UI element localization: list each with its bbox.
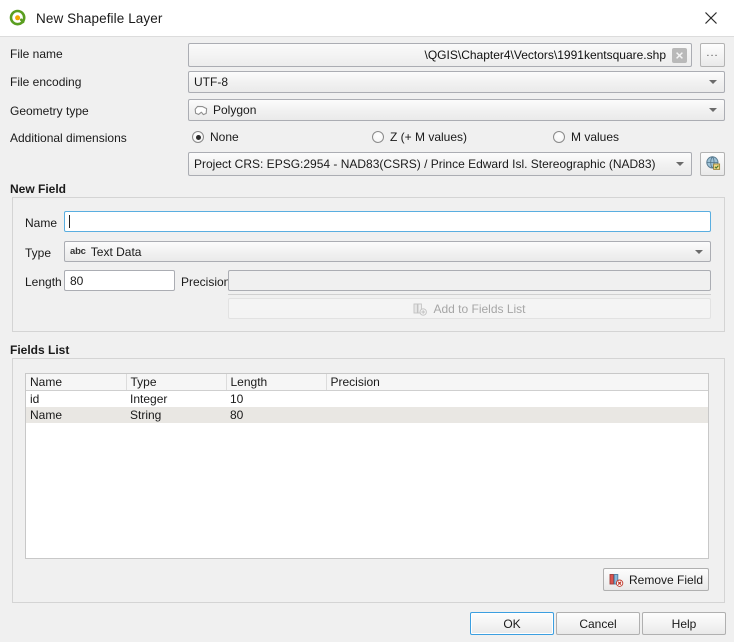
table-row[interactable]: Name String 80 — [26, 407, 708, 423]
radio-m-values-label: M values — [571, 130, 620, 144]
cell-type: String — [126, 407, 226, 423]
new-field-type-label: Type — [25, 246, 52, 260]
cell-name: id — [26, 390, 126, 407]
file-encoding-label: File encoding — [10, 75, 82, 89]
geometry-type-label: Geometry type — [10, 104, 89, 118]
additional-dimensions-label-row: Additional dimensions — [10, 131, 127, 145]
file-name-label-row: File name — [10, 47, 63, 61]
chevron-down-icon — [695, 249, 703, 254]
new-field-name-label: Name — [25, 216, 58, 230]
fields-table[interactable]: Name Type Length Precision id Integer 10… — [25, 373, 709, 559]
help-button[interactable]: Help — [642, 612, 726, 635]
new-field-precision-label: Precision — [181, 275, 231, 289]
radio-z-m-values[interactable]: Z (+ M values) — [372, 130, 467, 144]
new-field-name-label-row: Name — [25, 216, 57, 230]
column-header-type[interactable]: Type — [126, 374, 227, 391]
polygon-icon — [194, 105, 208, 116]
table-header-row: Name Type Length Precision — [26, 374, 708, 391]
cancel-button[interactable]: Cancel — [556, 612, 640, 635]
cell-length: 80 — [226, 407, 326, 423]
radio-none-label: None — [210, 130, 239, 144]
new-field-title: New Field — [10, 182, 67, 196]
close-icon[interactable] — [688, 0, 734, 35]
cell-name: Name — [26, 407, 126, 423]
geometry-type-label-row: Geometry type — [10, 104, 89, 118]
new-field-length-value: 80 — [70, 273, 84, 288]
remove-field-icon — [609, 573, 624, 587]
add-field-icon — [413, 302, 428, 316]
column-header-precision[interactable]: Precision — [326, 374, 708, 391]
title-bar: New Shapefile Layer — [0, 0, 734, 37]
geometry-type-combo[interactable]: Polygon — [188, 99, 725, 121]
add-to-fields-list-button[interactable]: Add to Fields List — [228, 298, 711, 319]
file-encoding-label-row: File encoding — [10, 75, 81, 89]
chevron-down-icon — [709, 108, 717, 112]
table-row[interactable]: id Integer 10 — [26, 390, 708, 407]
browse-button[interactable]: ... — [700, 43, 725, 67]
radio-m-values-indicator — [553, 131, 565, 143]
file-encoding-combo[interactable]: UTF-8 — [188, 71, 725, 93]
cell-precision — [326, 407, 708, 423]
qgis-logo-icon — [9, 9, 28, 28]
file-name-value: \QGIS\Chapter4\Vectors\1991kentsquare.sh… — [424, 48, 666, 62]
radio-z-m-values-label: Z (+ M values) — [390, 130, 468, 144]
new-field-length-label: Length — [25, 275, 62, 289]
new-shapefile-layer-dialog: New Shapefile Layer File name \QGIS\Chap… — [0, 0, 734, 642]
fields-list-title: Fields List — [10, 343, 70, 357]
crs-select-button[interactable] — [700, 152, 725, 176]
new-field-length-label-row: Length — [25, 275, 62, 289]
radio-z-m-values-indicator — [372, 131, 384, 143]
cell-type: Integer — [126, 390, 226, 407]
cell-length: 10 — [226, 390, 326, 407]
chevron-down-icon — [676, 162, 684, 166]
new-field-type-value: Text Data — [90, 244, 142, 259]
new-field-type-combo[interactable]: abc Text Data — [64, 241, 711, 262]
new-field-name-input[interactable] — [64, 211, 711, 232]
window-title: New Shapefile Layer — [36, 10, 163, 26]
crs-combo[interactable]: Project CRS: EPSG:2954 - NAD83(CSRS) / P… — [188, 152, 692, 176]
remove-field-button[interactable]: Remove Field — [603, 568, 709, 591]
file-name-label: File name — [10, 47, 63, 61]
radio-m-values[interactable]: M values — [553, 130, 619, 144]
geometry-type-value: Polygon — [213, 103, 257, 117]
new-field-type-label-row: Type — [25, 246, 51, 260]
new-field-length-input[interactable]: 80 — [64, 270, 175, 291]
radio-none-indicator — [192, 131, 204, 143]
remove-field-label: Remove Field — [628, 572, 704, 587]
new-field-precision-input — [228, 270, 711, 291]
text-cursor-icon — [69, 215, 70, 228]
column-header-name[interactable]: Name — [26, 374, 127, 391]
chevron-down-icon — [709, 80, 717, 84]
radio-none[interactable]: None — [192, 130, 239, 144]
divider — [228, 294, 711, 295]
crs-value: Project CRS: EPSG:2954 - NAD83(CSRS) / P… — [194, 157, 656, 171]
column-header-length[interactable]: Length — [226, 374, 327, 391]
cell-precision — [326, 390, 708, 407]
clear-icon[interactable] — [672, 47, 687, 63]
add-to-fields-list-label: Add to Fields List — [433, 301, 526, 316]
abc-icon: abc — [70, 246, 86, 257]
ok-button[interactable]: OK — [470, 612, 554, 635]
file-encoding-value: UTF-8 — [194, 75, 228, 89]
additional-dimensions-label: Additional dimensions — [10, 131, 127, 145]
new-field-precision-label-row: Precision — [181, 275, 230, 289]
file-name-input[interactable]: \QGIS\Chapter4\Vectors\1991kentsquare.sh… — [188, 43, 692, 67]
crs-globe-icon — [705, 155, 721, 174]
